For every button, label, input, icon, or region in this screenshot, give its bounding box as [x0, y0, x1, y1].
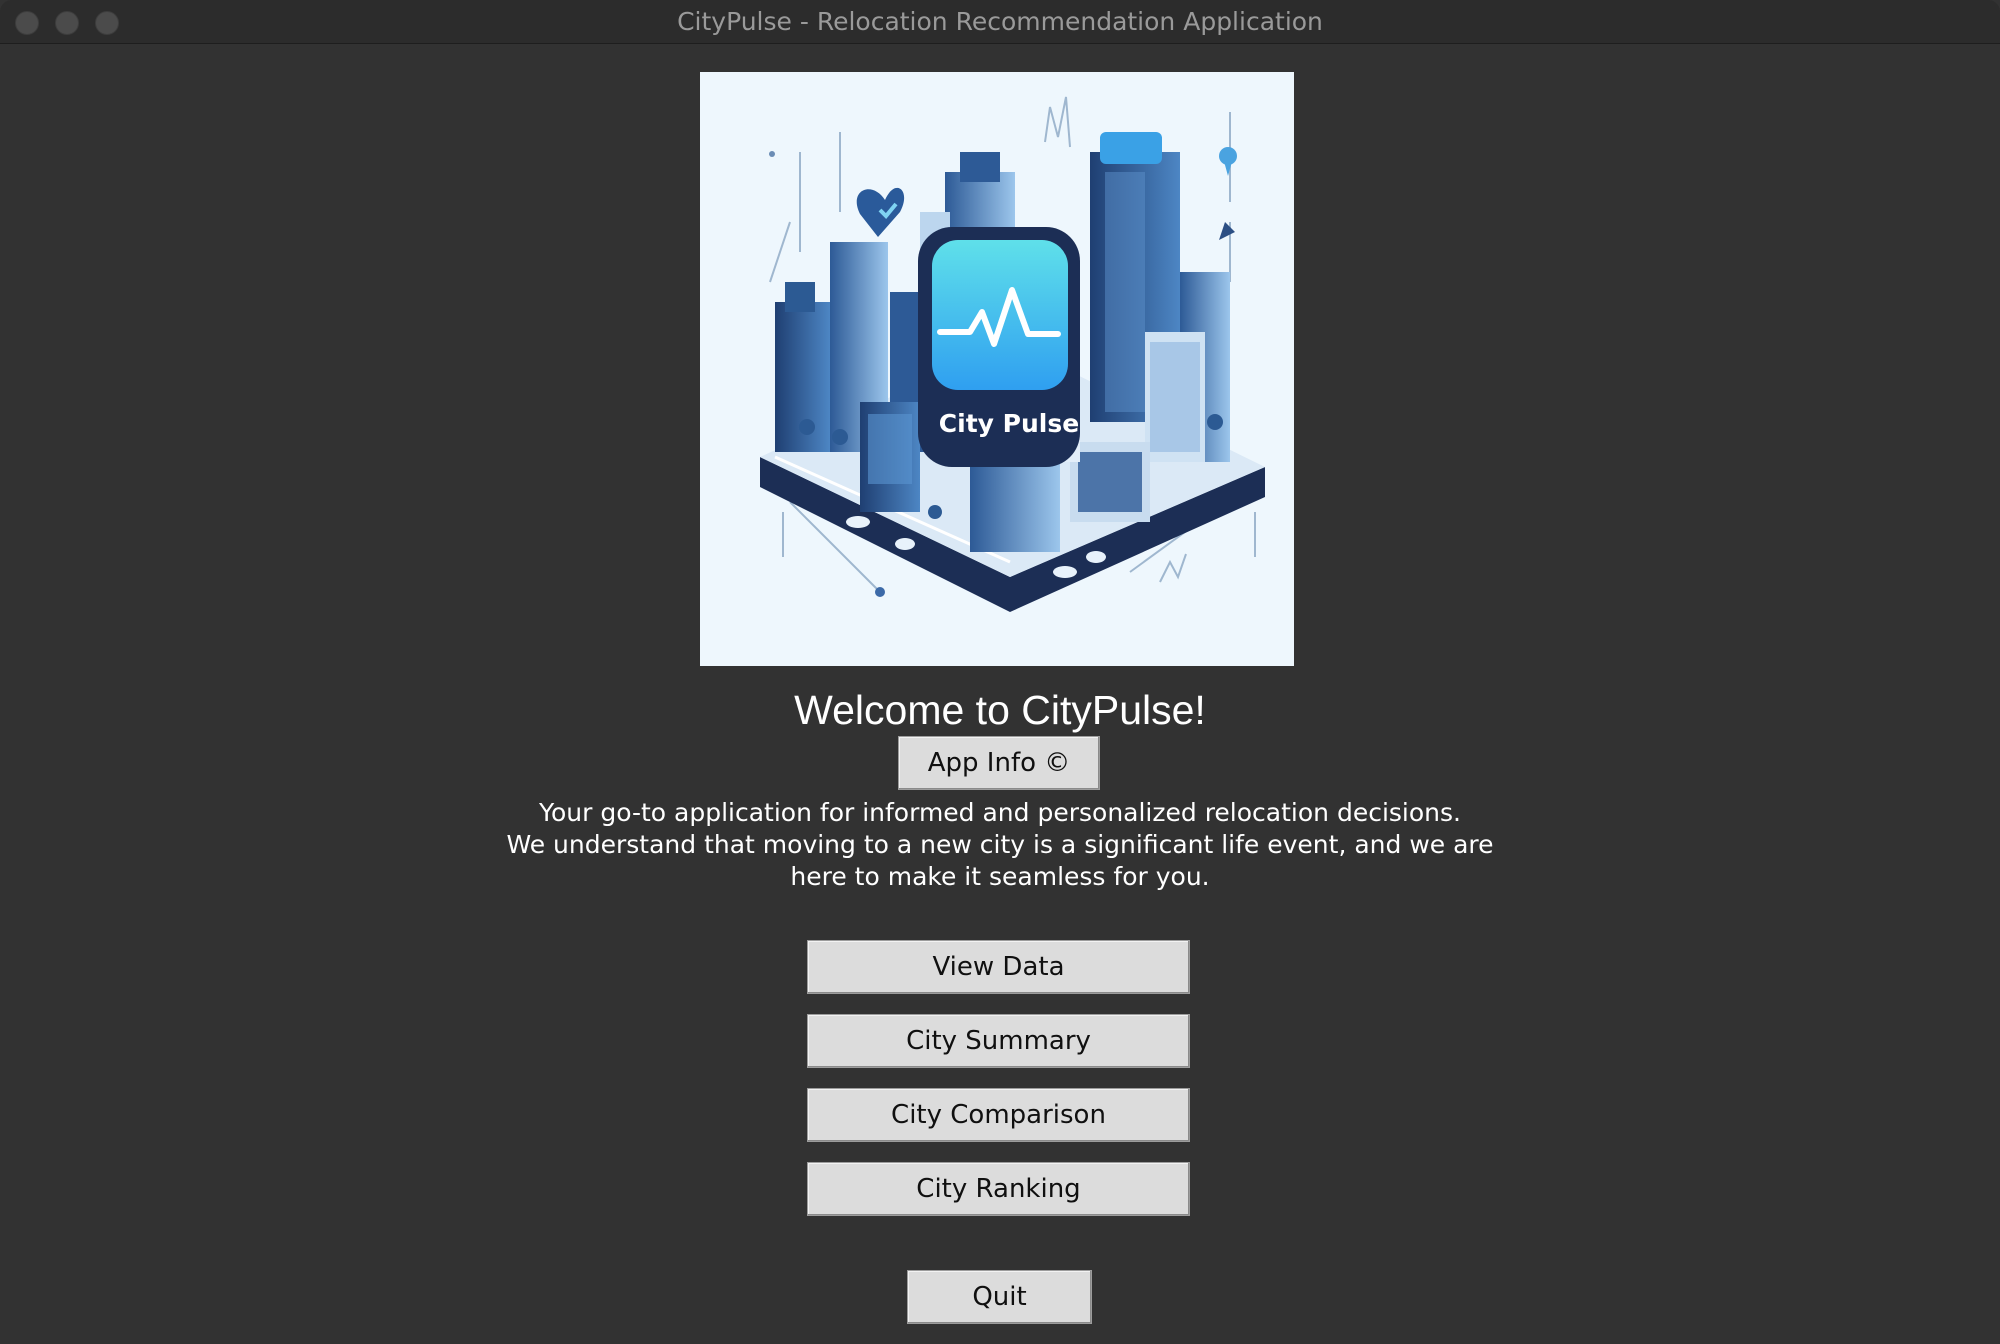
quit-button[interactable]: Quit [907, 1270, 1092, 1324]
app-window: CityPulse - Relocation Recommendation Ap… [0, 0, 2000, 1344]
app-description: Your go-to application for informed and … [400, 797, 1600, 893]
title-bar: CityPulse - Relocation Recommendation Ap… [0, 0, 2000, 44]
description-line: We understand that moving to a new city … [506, 830, 1494, 859]
welcome-heading: Welcome to CityPulse! [794, 687, 1206, 733]
window-title: CityPulse - Relocation Recommendation Ap… [677, 7, 1323, 36]
description-line: Your go-to application for informed and … [539, 798, 1461, 827]
view-data-button[interactable]: View Data [807, 940, 1190, 994]
city-comparison-button[interactable]: City Comparison [807, 1088, 1190, 1142]
description-line: here to make it seamless for you. [790, 862, 1210, 891]
city-ranking-button[interactable]: City Ranking [807, 1162, 1190, 1216]
logo-caption: City Pulse [939, 409, 1079, 438]
citypulse-logo-image: City Pulse [700, 72, 1294, 666]
app-info-button[interactable]: App Info © [898, 736, 1100, 790]
city-summary-button[interactable]: City Summary [807, 1014, 1190, 1068]
